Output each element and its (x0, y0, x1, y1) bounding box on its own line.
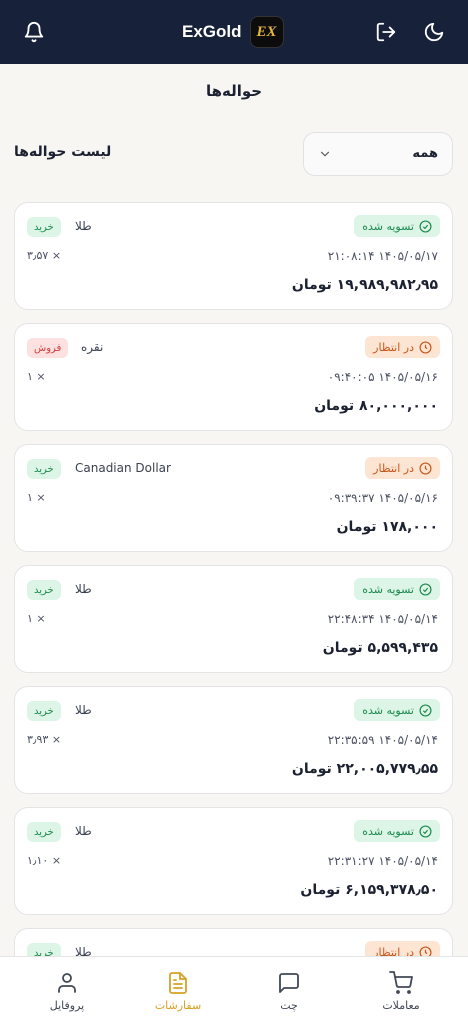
transfer-datetime: ۰۹:۳۹:۳۷ ۱۴۰۵/۰۵/۱۶ (327, 491, 438, 505)
amount: ۵,۵۹۹,۴۳۵ تومان (322, 640, 438, 656)
nav-orders[interactable]: سفارشات (143, 971, 213, 1012)
transfer-datetime: ۰۹:۴۰:۰۵ ۱۴۰۵/۰۵/۱۶ (327, 370, 438, 384)
amount: ۶,۱۵۹,۳۷۸٫۵۰ تومان (300, 882, 438, 898)
page-title: حواله‌ها (205, 82, 263, 100)
side-badge: فروش (27, 338, 69, 358)
bell-icon (24, 22, 44, 43)
moon-icon (424, 22, 444, 42)
quantity: ۱ × (27, 612, 46, 625)
logout-icon (376, 22, 396, 42)
filter-value: همه (412, 146, 438, 161)
transfer-card[interactable]: تسویه شده خرید طلا ۲۲:۳۱:۲۷ ۱۴۰۵/۰۵/۱۴ ۱… (14, 807, 453, 915)
quantity: ۳٫۹۳ × (27, 733, 62, 746)
side-badge: خرید (27, 822, 61, 842)
brand-logo: EX (249, 16, 284, 48)
asset-name: Canadian Dollar (75, 461, 171, 475)
status-badge: در انتظار (365, 457, 440, 479)
nav-chat[interactable]: چت (254, 971, 324, 1012)
transfer-card[interactable]: تسویه شده خرید طلا ۲۲:۴۸:۳۴ ۱۴۰۵/۰۵/۱۴ ۱… (14, 565, 453, 673)
status-label: تسویه شده (362, 703, 414, 717)
amount: ۱۹,۹۸۹,۹۸۲٫۹۵ تومان (291, 277, 438, 293)
brand: ExGold EX (182, 16, 284, 48)
status-badge: تسویه شده (354, 820, 440, 842)
document-icon (169, 972, 187, 994)
cart-icon (389, 971, 413, 994)
quantity: ۳٫۵۷ × (27, 249, 62, 262)
list-title: لیست حواله‌ها (14, 144, 112, 160)
nav-chat-label: چت (280, 999, 298, 1012)
check-circle-icon (419, 703, 432, 717)
transfer-card[interactable]: در انتظار فروش نقره ۰۹:۴۰:۰۵ ۱۴۰۵/۰۵/۱۶ … (14, 323, 453, 431)
user-icon (58, 973, 76, 993)
notifications-button[interactable] (20, 18, 48, 46)
transfer-datetime: ۲۲:۳۵:۵۹ ۱۴۰۵/۰۵/۱۴ (327, 733, 438, 747)
side-badge: خرید (27, 701, 61, 721)
check-circle-icon (419, 824, 432, 838)
check-circle-icon (419, 582, 432, 596)
transfer-datetime: ۲۲:۴۸:۳۴ ۱۴۰۵/۰۵/۱۴ (327, 612, 438, 626)
side-badge: خرید (27, 459, 61, 479)
transfer-datetime: ۲۱:۰۸:۱۴ ۱۴۰۵/۰۵/۱۷ (327, 249, 438, 263)
amount: ۱۷۸,۰۰۰ تومان (336, 519, 438, 535)
asset-name: نقره (81, 340, 104, 354)
status-filter-select[interactable]: همه (303, 132, 453, 176)
status-badge: تسویه شده (354, 215, 440, 237)
transfer-card[interactable]: تسویه شده خرید طلا ۲۲:۳۵:۵۹ ۱۴۰۵/۰۵/۱۴ ۳… (14, 686, 453, 794)
status-badge: در انتظار (365, 336, 440, 358)
clock-icon (419, 340, 432, 354)
quantity: ۱ × (27, 491, 46, 504)
asset-name: طلا (75, 582, 92, 596)
bottom-navigation: معاملات چت سفارشات پروفایل (0, 956, 468, 1024)
side-badge: خرید (27, 580, 61, 600)
status-label: در انتظار (373, 461, 414, 475)
asset-name: طلا (75, 703, 92, 717)
chevron-down-icon (320, 151, 330, 157)
status-label: تسویه شده (362, 824, 414, 838)
quantity: ۱ × (27, 370, 46, 383)
transfer-card[interactable]: تسویه شده خرید طلا ۲۱:۰۸:۱۴ ۱۴۰۵/۰۵/۱۷ ۳… (14, 202, 453, 310)
brand-name: ExGold (182, 22, 242, 41)
status-label: تسویه شده (362, 582, 414, 596)
status-badge: تسویه شده (354, 699, 440, 721)
nav-trades-label: معاملات (382, 999, 420, 1012)
clock-icon (419, 461, 432, 475)
status-label: در انتظار (373, 340, 414, 354)
status-badge: تسویه شده (354, 578, 440, 600)
asset-name: طلا (75, 219, 92, 233)
nav-orders-label: سفارشات (154, 999, 202, 1012)
amount: ۲۲,۰۰۵,۷۷۹٫۵۵ تومان (291, 761, 438, 777)
status-label: تسویه شده (362, 219, 414, 233)
asset-name: طلا (75, 824, 92, 838)
check-circle-icon (419, 219, 432, 233)
logout-button[interactable] (372, 18, 400, 46)
nav-trades[interactable]: معاملات (366, 971, 436, 1012)
chat-icon (279, 973, 299, 993)
nav-profile-label: پروفایل (49, 999, 85, 1012)
transfer-datetime: ۲۲:۳۱:۲۷ ۱۴۰۵/۰۵/۱۴ (327, 854, 438, 868)
side-badge: خرید (27, 217, 61, 237)
top-app-bar: ExGold EX (0, 0, 468, 64)
amount: ۸۰,۰۰۰,۰۰۰ تومان (314, 398, 438, 414)
transfer-card[interactable]: در انتظار خرید Canadian Dollar ۰۹:۳۹:۳۷ … (14, 444, 453, 552)
theme-toggle-button[interactable] (420, 18, 448, 46)
quantity: ۱٫۱۰ × (27, 854, 62, 867)
nav-profile[interactable]: پروفایل (32, 971, 102, 1012)
